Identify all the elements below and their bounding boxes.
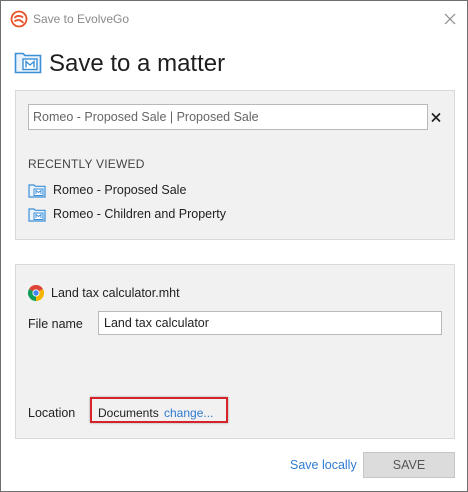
- close-icon[interactable]: [441, 10, 459, 28]
- matter-folder-icon: [14, 52, 42, 74]
- save-locally-link[interactable]: Save locally: [290, 458, 357, 472]
- page-title: Save to a matter: [49, 50, 226, 77]
- file-name-label: File name: [28, 317, 83, 331]
- location-label: Location: [28, 406, 76, 420]
- matter-folder-icon: [28, 208, 46, 222]
- matter-panel: RECENTLY VIEWED Romeo - Proposed Sale Ro…: [15, 90, 455, 240]
- matter-folder-icon: [28, 184, 46, 198]
- recently-viewed-heading: RECENTLY VIEWED: [28, 157, 145, 171]
- save-button[interactable]: SAVE: [363, 452, 455, 478]
- evolvego-logo-icon: [10, 10, 28, 28]
- title-bar: Save to EvolveGo: [1, 1, 467, 37]
- location-value: Documents: [98, 406, 159, 420]
- file-name-input[interactable]: [98, 311, 442, 335]
- change-location-link[interactable]: change...: [164, 406, 213, 420]
- clear-x-icon[interactable]: [430, 110, 442, 124]
- save-dialog: Save to EvolveGo Save to a matter RECENT…: [0, 0, 468, 492]
- file-panel: Land tax calculator.mht File name Locati…: [15, 264, 455, 439]
- source-file-name: Land tax calculator.mht: [51, 286, 180, 300]
- window-title: Save to EvolveGo: [33, 12, 130, 26]
- recent-matter-label: Romeo - Children and Property: [53, 207, 226, 221]
- matter-search-input[interactable]: [28, 104, 428, 130]
- recent-matter-label: Romeo - Proposed Sale: [53, 183, 187, 197]
- chrome-icon: [28, 285, 44, 301]
